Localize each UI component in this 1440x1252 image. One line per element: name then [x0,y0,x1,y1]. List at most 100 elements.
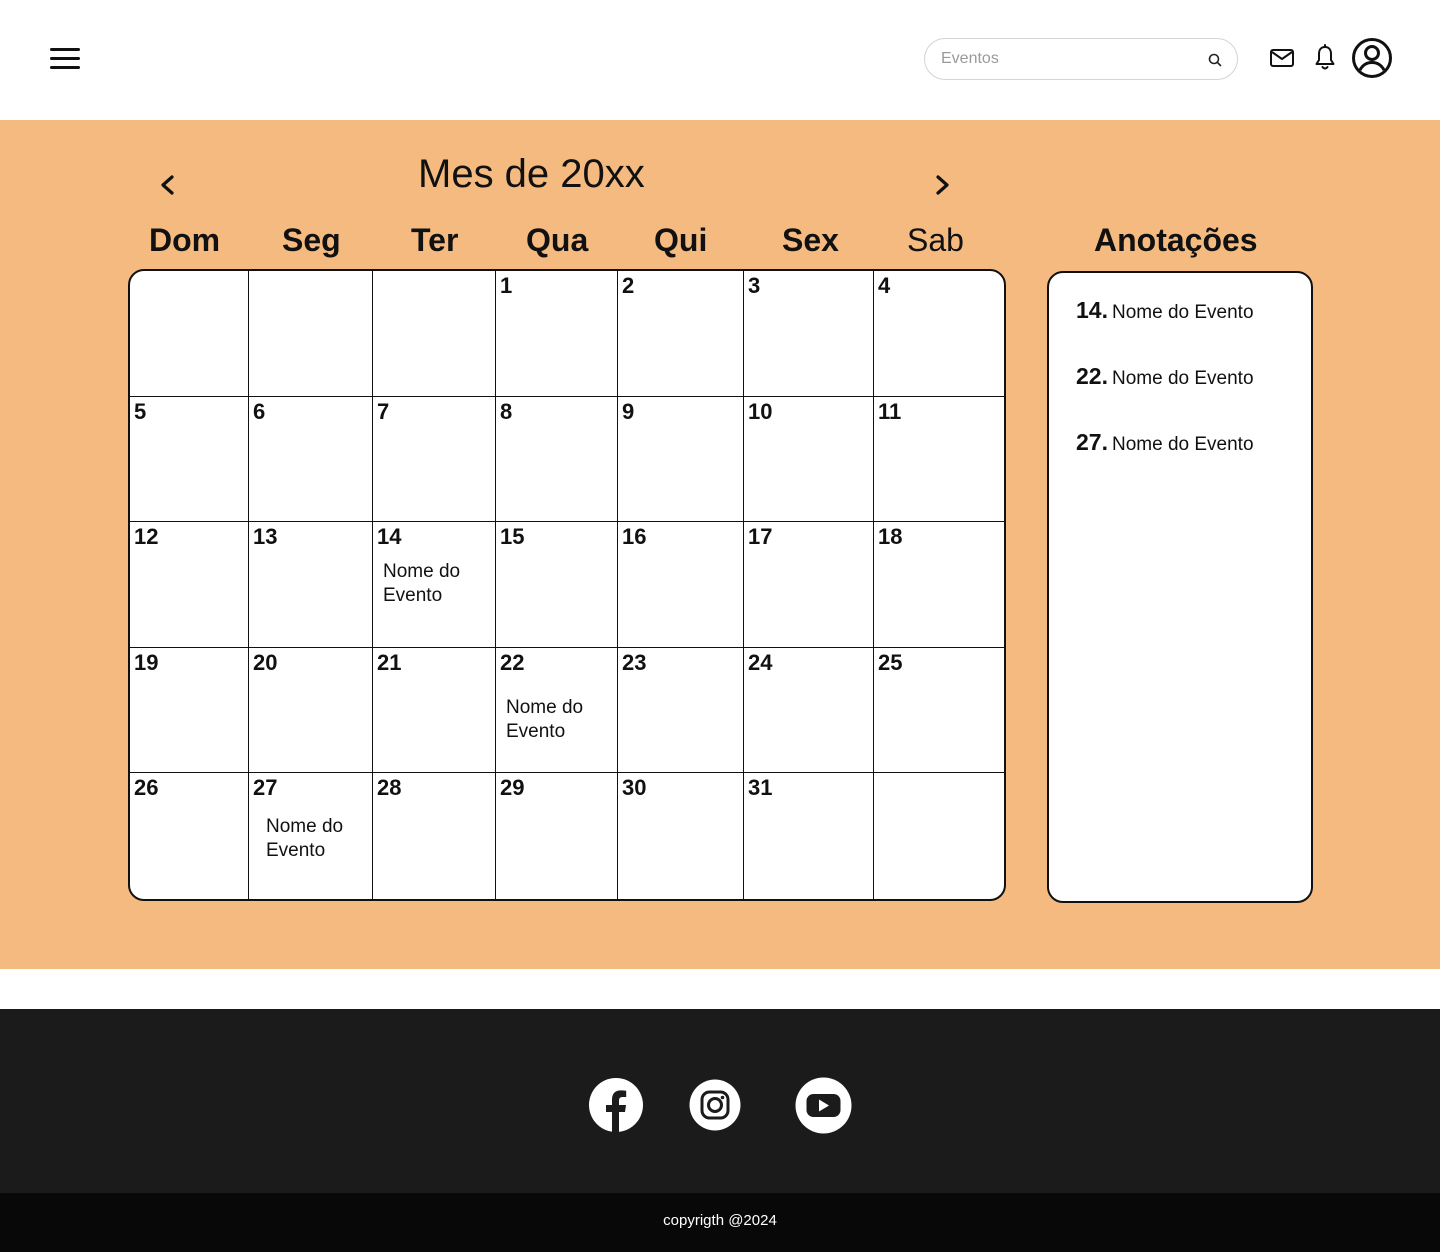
calendar-day-cell[interactable]: 27 Nome do Evento [249,773,373,899]
notes-title: Anotações [1094,222,1258,258]
month-title: Mes de 20xx [418,152,645,196]
day-number: 1 [500,273,513,298]
calendar-day-cell[interactable]: 14 Nome do Evento [373,522,496,648]
calendar-day-cell[interactable] [249,271,373,397]
calendar-day-cell[interactable]: 25 [874,648,1004,774]
day-number: 8 [500,398,513,424]
footer [0,1009,1440,1193]
calendar-day-cell[interactable]: 11 [874,397,1004,523]
calendar-day-cell[interactable]: 16 [618,522,744,648]
event-label[interactable]: Nome do Evento [266,815,376,863]
day-number: 30 [622,775,647,801]
day-number: 19 [134,649,159,675]
calendar-day-cell[interactable]: 2 [618,271,744,397]
calendar-day-cell[interactable]: 21 [373,647,496,774]
day-number: 21 [377,649,402,675]
hamburger-menu-icon[interactable] [50,46,80,72]
calendar-day-cell[interactable]: 18 [874,522,1004,648]
calendar-day-cell[interactable]: 19 [130,647,249,774]
calendar-day-cell[interactable]: 30 [618,773,744,899]
calendar-day-cell[interactable]: 1 [496,271,618,397]
weekday-header-qui: Qui [654,222,708,258]
day-number: 25 [878,649,903,675]
calendar-day-cell[interactable] [130,271,249,397]
calendar-grid: 1 2 3 4 5 6 7 8 9 10 11 12 13 14 Nome do Evento 15 16 17 1… [128,269,1006,901]
day-number: 4 [878,273,891,298]
day-number: 5 [134,398,147,424]
weekday-header-sex: Sex [782,222,839,258]
note-text: Nome do Evento [1111,302,1254,323]
day-number: 17 [748,524,773,550]
event-label[interactable]: Nome do Evento [506,696,616,744]
calendar-day-cell[interactable]: 31 [744,773,874,899]
top-header [0,0,1440,120]
note-item[interactable]: 22. Nome do Evento [1076,363,1254,390]
calendar-day-cell[interactable]: 24 [744,647,874,774]
calendar-day-cell[interactable]: 3 [744,271,874,397]
calendar-day-cell[interactable]: 29 [496,773,618,899]
copyright-bar: copyrigth @2024 [0,1193,1440,1252]
day-number: 3 [748,273,761,298]
day-number: 12 [134,524,159,550]
day-number: 2 [622,273,635,298]
calendar-day-cell[interactable] [373,271,496,397]
day-number: 18 [878,524,903,550]
day-number: 22 [500,649,525,675]
day-number: 7 [377,398,390,424]
weekday-header-qua: Qua [526,222,589,258]
next-month-chevron-icon[interactable] [932,170,954,200]
day-number: 28 [377,775,402,801]
calendar-section: Mes de 20xx Dom Seg Ter Qua Qui Sex Sab … [0,120,1440,969]
day-number: 13 [253,524,278,550]
note-day: 22. [1076,363,1108,389]
weekday-header-dom: Dom [149,222,221,258]
previous-month-chevron-icon[interactable] [156,170,178,200]
calendar-day-cell[interactable]: 20 [249,647,373,774]
day-number: 11 [878,398,902,424]
day-number: 31 [748,775,773,801]
note-day: 14. [1076,297,1108,323]
day-number: 15 [500,524,525,550]
calendar-day-cell[interactable]: 15 [496,522,618,648]
note-text: Nome do Evento [1111,434,1254,455]
calendar-day-cell[interactable]: 4 [874,271,1004,397]
mail-icon[interactable] [1269,47,1295,69]
day-number: 6 [253,398,266,424]
weekday-header-ter: Ter [411,222,459,258]
calendar-day-cell[interactable]: 23 [618,647,744,774]
calendar-day-cell[interactable]: 8 [496,396,618,523]
calendar-day-cell[interactable]: 6 [249,396,373,523]
calendar-day-cell[interactable] [874,773,1004,899]
calendar-day-cell[interactable]: 5 [130,396,249,523]
calendar-day-cell[interactable]: 26 [130,773,249,899]
youtube-icon[interactable] [795,1077,852,1134]
facebook-icon[interactable] [588,1077,644,1133]
search-bar [924,38,1238,80]
weekday-header-seg: Seg [282,222,341,258]
calendar-day-cell[interactable]: 7 [373,396,496,523]
event-label[interactable]: Nome do Evento [383,560,493,608]
instagram-icon[interactable] [689,1079,741,1131]
calendar-day-cell[interactable]: 22 Nome do Evento [496,647,618,774]
day-number: 27 [253,775,278,801]
calendar-day-cell[interactable]: 9 [618,396,744,523]
note-day: 27. [1076,429,1108,455]
calendar-day-cell[interactable]: 12 [130,522,249,648]
day-number: 20 [253,649,278,675]
calendar-day-cell[interactable]: 17 [744,522,874,648]
calendar-day-cell[interactable]: 28 [373,773,496,899]
bell-icon[interactable] [1313,44,1337,72]
calendar-day-cell[interactable]: 13 [249,522,373,648]
search-icon[interactable] [1207,52,1223,68]
note-text: Nome do Evento [1111,368,1254,389]
note-item[interactable]: 14. Nome do Evento [1076,297,1254,324]
note-item[interactable]: 27. Nome do Evento [1076,429,1254,456]
day-number: 26 [134,775,159,801]
calendar-day-cell[interactable]: 10 [744,396,874,523]
notes-panel: 14. Nome do Evento 22. Nome do Evento 27. N… [1047,271,1313,903]
day-number: 16 [622,524,647,550]
day-number: 24 [748,649,773,675]
user-profile-icon[interactable] [1351,37,1393,79]
weekday-header-sab: Sab [907,222,964,258]
search-input[interactable] [941,48,1191,70]
